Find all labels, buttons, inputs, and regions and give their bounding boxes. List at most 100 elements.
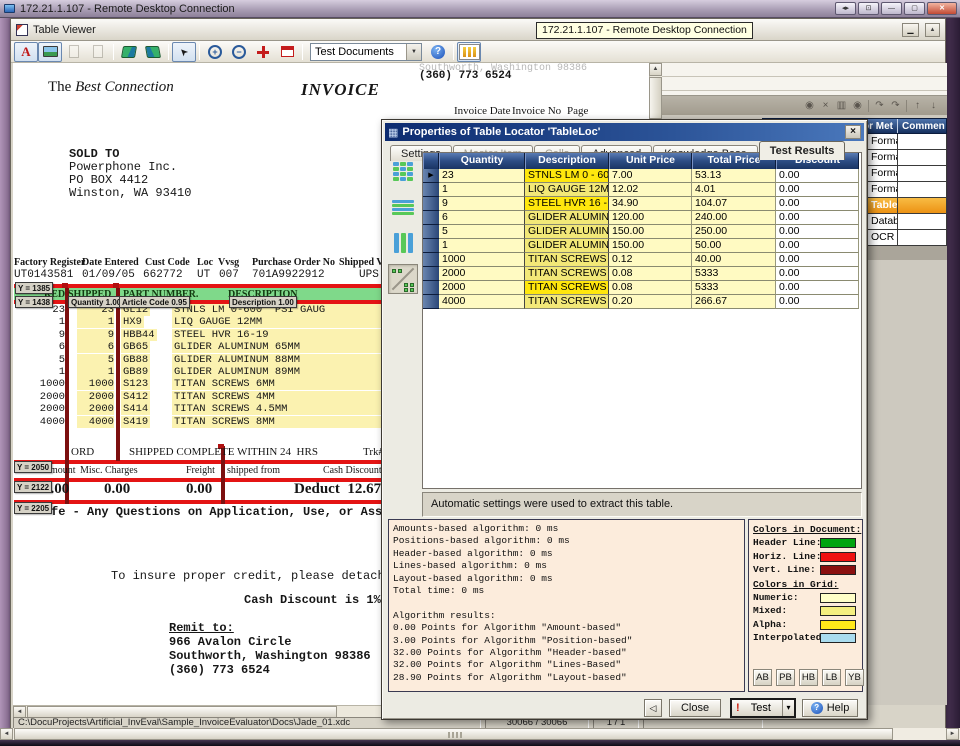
minimize-button[interactable]: — <box>881 2 902 15</box>
result-row[interactable]: 1000TITAN SCREWS 60.1240.000.00 <box>423 253 861 267</box>
cell-total_price[interactable]: 5333 <box>692 267 776 281</box>
byte-button-lb[interactable]: LB <box>822 669 841 686</box>
cell-discount[interactable]: 0.00 <box>776 295 859 309</box>
next-page-button[interactable] <box>86 42 110 62</box>
scroll-up-icon[interactable]: ▲ <box>925 23 940 37</box>
move-down-icon[interactable]: ↓ <box>928 100 939 111</box>
cell-description[interactable]: TITAN SCREWS 6 <box>525 253 609 267</box>
rdp-restore-down-button[interactable]: ⊡ <box>858 2 879 15</box>
byte-button-pb[interactable]: PB <box>776 669 795 686</box>
help-button[interactable]: ? <box>426 42 450 62</box>
cell-quantity[interactable]: 2000 <box>439 281 525 295</box>
row-marker[interactable] <box>423 295 439 309</box>
cell-discount[interactable]: 0.00 <box>776 211 859 225</box>
cell-description[interactable]: LIQ GAUGE 12MM <box>525 183 609 197</box>
text-view-button[interactable]: A <box>14 42 38 62</box>
result-row[interactable]: 2000TITAN SCREWS 4.0.0853330.00 <box>423 281 861 295</box>
result-row[interactable]: 5GLIDER ALUMINU150.00250.000.00 <box>423 225 861 239</box>
view-columns-button[interactable] <box>388 228 418 258</box>
test-dropdown-arrow[interactable]: ▾ <box>782 700 794 716</box>
cell-discount[interactable]: 0.00 <box>776 267 859 281</box>
result-row[interactable]: 6GLIDER ALUMINU120.00240.000.00 <box>423 211 861 225</box>
cell-quantity[interactable]: 23 <box>439 169 525 183</box>
result-row[interactable]: 9STEEL HVR 16 - 1934.90104.070.00 <box>423 197 861 211</box>
close-button[interactable]: ✕ <box>927 2 957 15</box>
zoom-out-button[interactable]: − <box>227 42 251 62</box>
result-row[interactable]: 4000TITAN SCREWS 80.20266.670.00 <box>423 295 861 309</box>
run-all-icon[interactable]: ↷ <box>890 100 901 111</box>
cell-discount[interactable]: 0.00 <box>776 197 859 211</box>
view-layout-button[interactable] <box>388 264 418 294</box>
view-cells-button[interactable] <box>388 156 418 186</box>
byte-button-ab[interactable]: AB <box>753 669 772 686</box>
result-row[interactable]: ▶23STNLS LM 0 - 6007.0053.130.00 <box>423 169 861 183</box>
cell-total_price[interactable]: 250.00 <box>692 225 776 239</box>
cell-total_price[interactable]: 104.07 <box>692 197 776 211</box>
cell-quantity[interactable]: 9 <box>439 197 525 211</box>
rdp-horizontal-scrollbar[interactable]: ◄ ► <box>0 728 960 740</box>
test-button[interactable]: Test <box>740 702 782 714</box>
cell-description[interactable]: GLIDER ALUMINU <box>525 225 609 239</box>
cell-discount[interactable]: 0.00 <box>776 225 859 239</box>
cell-description[interactable]: TITAN SCREWS 8 <box>525 295 609 309</box>
dialog-close-button[interactable]: × <box>845 125 861 139</box>
fit-page-button[interactable] <box>251 42 275 62</box>
cell-quantity[interactable]: 1 <box>439 183 525 197</box>
find-next-icon[interactable]: ◉ <box>852 100 863 111</box>
cell-discount[interactable]: 0.00 <box>776 169 859 183</box>
scroll-left-icon[interactable]: ◄ <box>0 728 13 740</box>
column-header-unit-price[interactable]: Unit Price <box>609 153 692 169</box>
zoom-in-button[interactable]: + <box>203 42 227 62</box>
column-header-description[interactable]: Description <box>525 153 609 169</box>
cell-quantity[interactable]: 5 <box>439 225 525 239</box>
test-button-group[interactable]: ! Test ▾ <box>730 698 796 718</box>
row-marker[interactable] <box>423 211 439 225</box>
cell-total_price[interactable]: 40.00 <box>692 253 776 267</box>
cell-total_price[interactable]: 266.67 <box>692 295 776 309</box>
dialog-titlebar[interactable]: ▦ Properties of Table Locator 'TableLoc'… <box>385 123 864 141</box>
row-selector-header[interactable] <box>423 153 439 169</box>
cell-quantity[interactable]: 6 <box>439 211 525 225</box>
row-marker[interactable] <box>423 183 439 197</box>
algorithm-log[interactable]: Amounts-based algorithm: 0 ms Positions-… <box>388 519 745 692</box>
byte-button-yb[interactable]: YB <box>845 669 864 686</box>
row-marker[interactable] <box>423 267 439 281</box>
cell-discount[interactable]: 0.00 <box>776 281 859 295</box>
dialog-close-action-button[interactable]: Close <box>669 699 721 717</box>
rdp-pin-button[interactable]: ◂▸ <box>835 2 856 15</box>
tab-test-results[interactable]: Test Results <box>759 141 846 160</box>
cell-total_price[interactable]: 240.00 <box>692 211 776 225</box>
cell-description[interactable]: TITAN SCREWS 4 <box>525 267 609 281</box>
column-header-quantity[interactable]: Quantity <box>439 153 525 169</box>
cell-description[interactable]: STNLS LM 0 - 600 <box>525 169 609 183</box>
fit-width-button[interactable] <box>275 42 299 62</box>
cell-discount[interactable]: 0.00 <box>776 253 859 267</box>
app-titlebar[interactable]: Table Viewer ▁ ▲ <box>11 19 945 41</box>
properties-icon[interactable]: ▥ <box>836 100 847 111</box>
cell-unit_price[interactable]: 0.08 <box>609 267 692 281</box>
column-header-comment[interactable]: Commen <box>898 119 946 133</box>
row-marker[interactable] <box>423 197 439 211</box>
find-icon[interactable]: ◉ <box>804 100 815 111</box>
row-marker[interactable] <box>423 225 439 239</box>
row-marker[interactable] <box>423 281 439 295</box>
dialog-help-button[interactable]: ? Help <box>802 699 858 717</box>
cell-unit_price[interactable]: 34.90 <box>609 197 692 211</box>
cell-description[interactable]: STEEL HVR 16 - 19 <box>525 197 609 211</box>
result-row[interactable]: 1LIQ GAUGE 12MM12.024.010.00 <box>423 183 861 197</box>
cell-unit_price[interactable]: 150.00 <box>609 225 692 239</box>
prev-document-button[interactable] <box>117 42 141 62</box>
maximize-button[interactable]: ▢ <box>904 2 925 15</box>
scrollbar-thumb[interactable] <box>649 77 662 119</box>
rdp-titlebar[interactable]: 172.21.1.107 - Remote Desktop Connection… <box>0 0 960 18</box>
cell-unit_price[interactable]: 0.12 <box>609 253 692 267</box>
prev-page-button[interactable] <box>62 42 86 62</box>
row-marker[interactable] <box>423 253 439 267</box>
document-set-combo[interactable]: Test Documents ▼ <box>310 43 422 61</box>
cell-total_price[interactable]: 5333 <box>692 281 776 295</box>
byte-button-hb[interactable]: HB <box>799 669 818 686</box>
cell-total_price[interactable]: 4.01 <box>692 183 776 197</box>
chevron-down-icon[interactable]: ▼ <box>406 44 421 60</box>
row-marker[interactable]: ▶ <box>423 169 439 183</box>
cell-unit_price[interactable]: 0.08 <box>609 281 692 295</box>
